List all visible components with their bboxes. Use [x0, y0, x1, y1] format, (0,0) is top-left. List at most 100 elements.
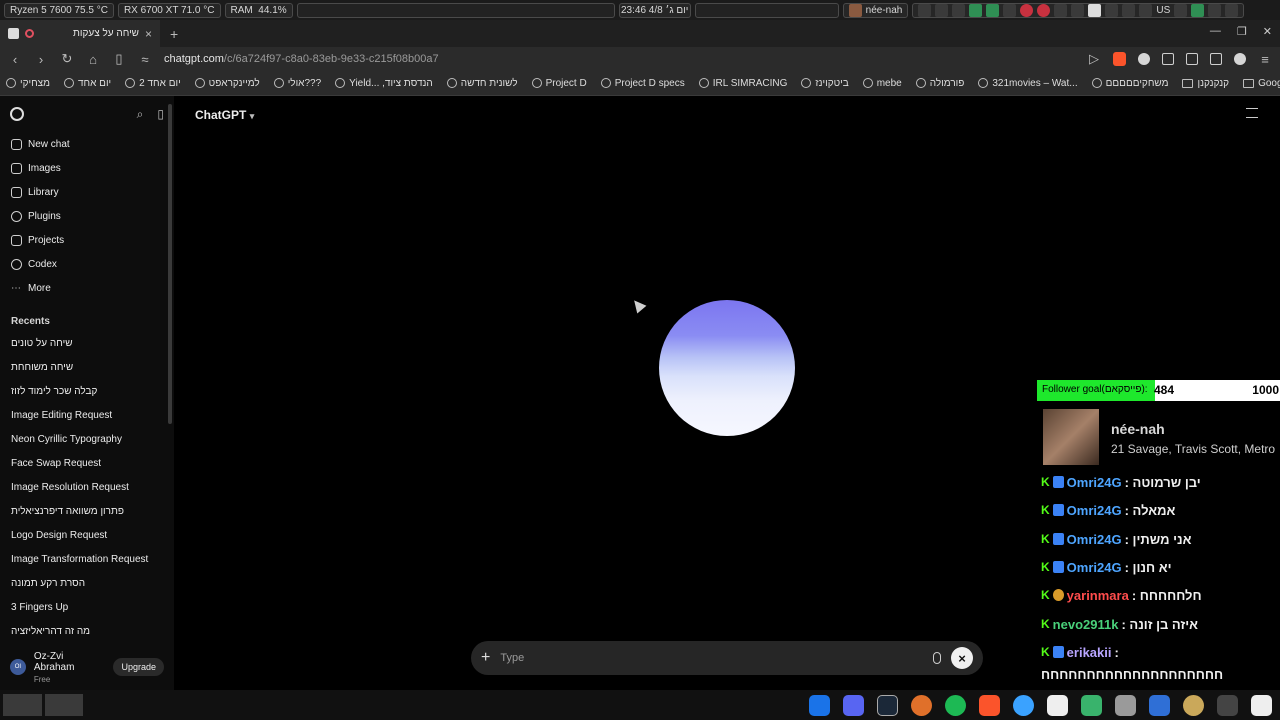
- sidebar-toggle-icon[interactable]: [1210, 53, 1222, 65]
- bookmark-item[interactable]: יום אחד: [64, 78, 111, 89]
- end-voice-button[interactable]: ×: [951, 647, 973, 669]
- workspace-bar[interactable]: [296, 2, 615, 18]
- power-icon[interactable]: [1225, 3, 1239, 17]
- bookmark-item[interactable]: IRL SIMRACING: [698, 78, 787, 89]
- tray-app-icon-2[interactable]: [986, 3, 1000, 17]
- forward-icon[interactable]: ›: [34, 52, 48, 67]
- upgrade-button[interactable]: Upgrade: [113, 658, 164, 676]
- keyboard-layout[interactable]: US: [1156, 5, 1170, 16]
- app-icon[interactable]: [1251, 694, 1272, 716]
- spotify-icon[interactable]: [945, 694, 966, 716]
- bookmark-item[interactable]: לשונית חדשה: [446, 78, 518, 89]
- active-tab[interactable]: שיחה על צעקות ×: [0, 20, 160, 47]
- menu-icon[interactable]: ≡: [1258, 52, 1272, 67]
- close-window-icon[interactable]: ✕: [1263, 25, 1272, 38]
- bookmark-item[interactable]: Project D: [531, 78, 587, 89]
- sidebar-item-new-chat[interactable]: New chat: [0, 132, 174, 156]
- bookmark-item[interactable]: מצחיקי: [6, 78, 50, 89]
- workspace-switcher[interactable]: [3, 694, 83, 716]
- brave-icon[interactable]: [979, 694, 1000, 716]
- model-selector[interactable]: ChatGPT ▾: [195, 108, 254, 122]
- steam-tray-icon[interactable]: [1054, 3, 1068, 17]
- bookmark-folder[interactable]: קנקנקנן: [1182, 78, 1229, 89]
- voice-settings-icon[interactable]: [1246, 108, 1258, 118]
- bookmark-icon[interactable]: ▯: [112, 51, 126, 67]
- store-icon[interactable]: [1149, 694, 1170, 716]
- reload-icon[interactable]: ↻: [60, 51, 74, 67]
- recent-chat[interactable]: Image Resolution Request: [0, 475, 174, 499]
- add-attachment-icon[interactable]: +: [481, 649, 490, 667]
- recent-chat[interactable]: Image Editing Request: [0, 403, 174, 427]
- sidebar-item-projects[interactable]: Projects: [0, 228, 174, 252]
- recent-chat[interactable]: 3 Fingers Up: [0, 595, 174, 619]
- bookmark-item[interactable]: אולי???: [273, 78, 321, 89]
- bookmark-item[interactable]: פורמולה: [915, 78, 964, 89]
- tray-app-icon-4[interactable]: [1088, 3, 1102, 17]
- openai-logo-icon[interactable]: [10, 107, 24, 121]
- sidebar-item-codex[interactable]: Codex: [0, 252, 174, 276]
- new-tab-button[interactable]: +: [170, 26, 178, 42]
- bookmark-item[interactable]: Yield... ,הנדסת ציוד: [335, 78, 433, 89]
- sidebar-item-more[interactable]: ⋯ More: [0, 276, 174, 300]
- back-icon[interactable]: ‹: [8, 52, 22, 67]
- tray-app-icon[interactable]: [969, 3, 983, 17]
- network-icon[interactable]: [1174, 3, 1188, 17]
- sidebar-item-images[interactable]: Images: [0, 156, 174, 180]
- record-icon-2[interactable]: [1037, 3, 1051, 17]
- message-input[interactable]: [500, 652, 923, 664]
- search-icon[interactable]: ⌕: [137, 107, 144, 122]
- user-profile[interactable]: OI Oz-Zvi Abraham Free Upgrade: [0, 644, 174, 690]
- tray-app-icon-3[interactable]: [1071, 3, 1085, 17]
- url-field[interactable]: chatgpt.com/c/6a724f97-c8a0-83eb-9e33-c2…: [164, 53, 439, 65]
- sidebar-scrollbar[interactable]: [168, 104, 172, 424]
- record-icon[interactable]: [1020, 3, 1034, 17]
- github-icon[interactable]: [1003, 3, 1017, 17]
- brightness-icon[interactable]: [1122, 3, 1136, 17]
- volume-icon[interactable]: [1105, 3, 1119, 17]
- close-tab-icon[interactable]: ×: [145, 27, 152, 41]
- layers-icon[interactable]: [1081, 694, 1102, 716]
- vpn-icon[interactable]: [1138, 53, 1150, 65]
- recent-chat[interactable]: הסרת רקע תמונה: [0, 571, 174, 595]
- pause-icon[interactable]: [918, 3, 932, 17]
- sidebar-item-library[interactable]: Library: [0, 180, 174, 204]
- files-icon[interactable]: [1115, 694, 1136, 716]
- app-icon[interactable]: [1047, 694, 1068, 716]
- recent-chat[interactable]: קבלה שכר לימוד לזוז: [0, 379, 174, 403]
- tray-app-icon-5[interactable]: [1191, 3, 1205, 17]
- sidebar-item-plugins[interactable]: Plugins: [0, 204, 174, 228]
- workspace-thumb[interactable]: [3, 694, 42, 716]
- restore-icon[interactable]: ❐: [1237, 25, 1247, 38]
- recent-chat[interactable]: שיחה משוחחת: [0, 355, 174, 379]
- app-icon[interactable]: [911, 694, 932, 716]
- recent-chat[interactable]: שיחה על טונים: [0, 331, 174, 355]
- voice-orb[interactable]: [659, 300, 795, 436]
- window-bar[interactable]: [694, 2, 839, 18]
- windows-icon[interactable]: [809, 694, 830, 716]
- share-icon[interactable]: ▷: [1087, 51, 1101, 67]
- workspace-thumb[interactable]: [44, 694, 83, 716]
- discord-icon[interactable]: [843, 694, 864, 716]
- home-icon[interactable]: ⌂: [86, 52, 100, 67]
- recent-chat[interactable]: Face Swap Request: [0, 451, 174, 475]
- recent-chat[interactable]: מה זה דהריאליזציה: [0, 619, 174, 643]
- microphone-icon[interactable]: [933, 652, 941, 664]
- recent-chat[interactable]: Logo Design Request: [0, 523, 174, 547]
- app-icon[interactable]: [1013, 694, 1034, 716]
- bookmark-item[interactable]: למיינקראפט: [194, 78, 260, 89]
- wallet-icon[interactable]: [1186, 53, 1198, 65]
- site-settings-icon[interactable]: ≈: [138, 52, 152, 67]
- profile-icon[interactable]: [1234, 53, 1246, 65]
- mixer-icon[interactable]: [952, 3, 966, 17]
- recent-chat[interactable]: Neon Cyrillic Typography: [0, 427, 174, 451]
- brave-shields-icon[interactable]: [1113, 52, 1126, 66]
- app-icon[interactable]: [1183, 694, 1204, 716]
- bookmark-item[interactable]: יום אחד 2: [125, 78, 181, 89]
- discord-tray-icon[interactable]: [935, 3, 949, 17]
- notifications-icon[interactable]: [1208, 3, 1222, 17]
- recent-chat[interactable]: Image Transformation Request: [0, 547, 174, 571]
- terminal-icon[interactable]: [1217, 694, 1238, 716]
- bookmark-item[interactable]: mebe: [862, 78, 902, 89]
- bookmark-folder[interactable]: Google: [1243, 78, 1280, 89]
- steam-icon[interactable]: [877, 694, 898, 716]
